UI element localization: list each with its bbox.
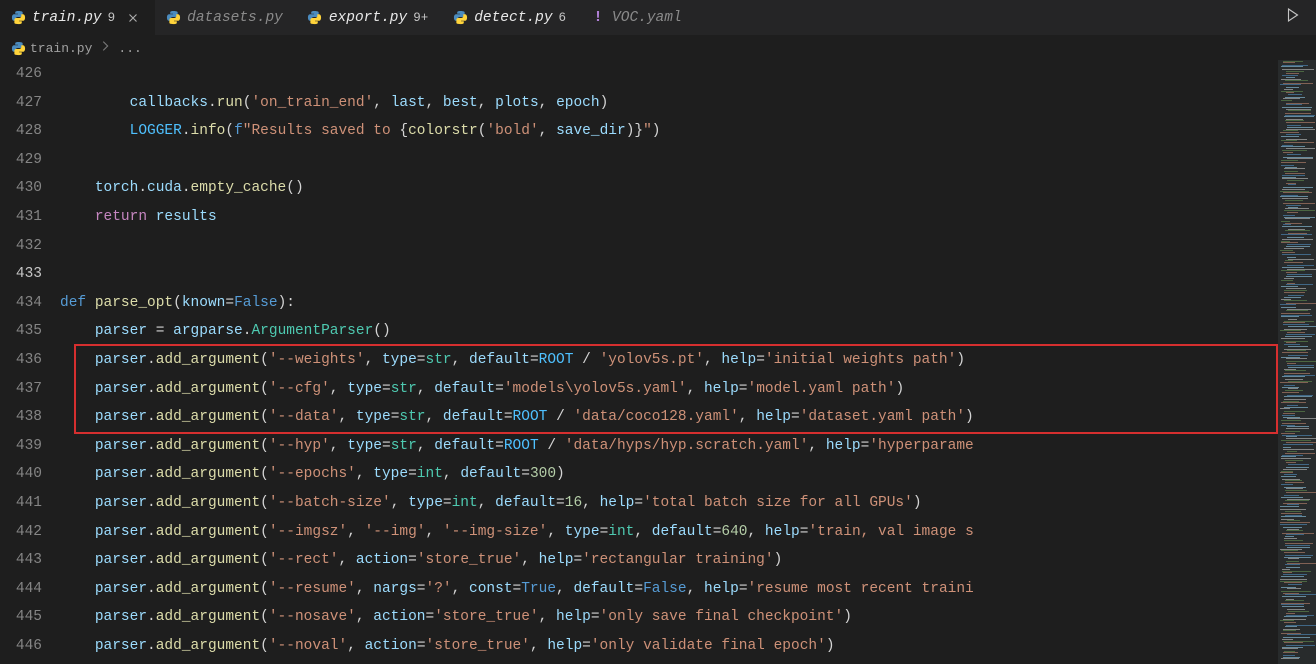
python-icon [307,10,323,26]
tab-bar: train.py 9 datasets.py export.py 9+ detect.py… [0,0,1316,36]
yaml-icon: ! [590,9,606,26]
code-line[interactable]: parser.add_argument('--epochs', type=int… [60,460,1278,489]
line-number: 443 [0,546,42,575]
tab-datasets-py[interactable]: datasets.py [155,0,297,36]
line-number: 439 [0,432,42,461]
tab-label: export.py [329,10,407,26]
breadcrumb: train.py ... [0,36,1316,60]
code-line[interactable] [60,60,1278,89]
close-icon[interactable] [125,10,141,26]
line-number: 434 [0,289,42,318]
code-line[interactable]: parser.add_argument('--resume', nargs='?… [60,575,1278,604]
line-number: 446 [0,632,42,661]
tab-label: detect.py [474,10,552,26]
tab-badge: 9 [108,11,116,25]
code-line[interactable]: parser.add_argument('--imgsz', '--img', … [60,518,1278,547]
tab-label: train.py [32,10,102,26]
line-number: 427 [0,89,42,118]
line-number: 436 [0,346,42,375]
tab-export-py[interactable]: export.py 9+ [297,0,442,36]
code-line[interactable] [60,260,1278,289]
python-icon [165,10,181,26]
python-icon [452,10,468,26]
editor[interactable]: 4264274284294304314324334344354364374384… [0,60,1316,664]
tab-train-py[interactable]: train.py 9 [0,0,155,36]
tab-VOC-yaml[interactable]: ! VOC.yaml [580,0,696,36]
code-line[interactable]: LOGGER.info(f"Results saved to {colorstr… [60,117,1278,146]
code-line[interactable]: torch.cuda.empty_cache() [60,174,1278,203]
python-icon [10,40,26,56]
code-area[interactable]: callbacks.run('on_train_end', last, best… [60,60,1278,664]
code-line[interactable]: callbacks.run('on_train_end', last, best… [60,89,1278,118]
line-number: 431 [0,203,42,232]
code-line[interactable] [60,146,1278,175]
tab-badge: 6 [559,11,567,25]
line-number: 438 [0,403,42,432]
tab-badge: 9+ [413,11,428,25]
tab-label: datasets.py [187,10,283,26]
line-number: 437 [0,375,42,404]
python-icon [10,10,26,26]
line-number: 440 [0,460,42,489]
breadcrumb-more[interactable]: ... [118,41,141,56]
tab-label: VOC.yaml [612,10,682,26]
code-line[interactable]: parser.add_argument('--rect', action='st… [60,546,1278,575]
line-number: 429 [0,146,42,175]
line-number: 433 [0,260,42,289]
chevron-right-icon [98,39,112,57]
line-gutter: 4264274284294304314324334344354364374384… [0,60,60,664]
code-line[interactable]: parser.add_argument('--weights', type=st… [60,346,1278,375]
breadcrumb-file[interactable]: train.py [10,40,92,56]
line-number: 432 [0,232,42,261]
code-line[interactable]: parser.add_argument('--batch-size', type… [60,489,1278,518]
code-line[interactable]: parser.add_argument('--data', type=str, … [60,403,1278,432]
code-line[interactable]: parser.add_argument('--noval', action='s… [60,632,1278,661]
code-line[interactable]: parser = argparse.ArgumentParser() [60,317,1278,346]
line-number: 445 [0,603,42,632]
code-line[interactable]: return results [60,203,1278,232]
line-number: 442 [0,518,42,547]
code-line[interactable]: def parse_opt(known=False): [60,289,1278,318]
line-number: 428 [0,117,42,146]
code-line[interactable] [60,232,1278,261]
line-number: 441 [0,489,42,518]
tab-detect-py[interactable]: detect.py 6 [442,0,580,36]
minimap[interactable] [1278,60,1316,664]
code-line[interactable]: parser.add_argument('--nosave', action='… [60,603,1278,632]
line-number: 435 [0,317,42,346]
line-number: 444 [0,575,42,604]
code-line[interactable]: parser.add_argument('--cfg', type=str, d… [60,375,1278,404]
run-button[interactable] [1284,6,1302,29]
breadcrumb-file-label: train.py [30,41,92,56]
code-line[interactable]: parser.add_argument('--hyp', type=str, d… [60,432,1278,461]
line-number: 426 [0,60,42,89]
line-number: 430 [0,174,42,203]
